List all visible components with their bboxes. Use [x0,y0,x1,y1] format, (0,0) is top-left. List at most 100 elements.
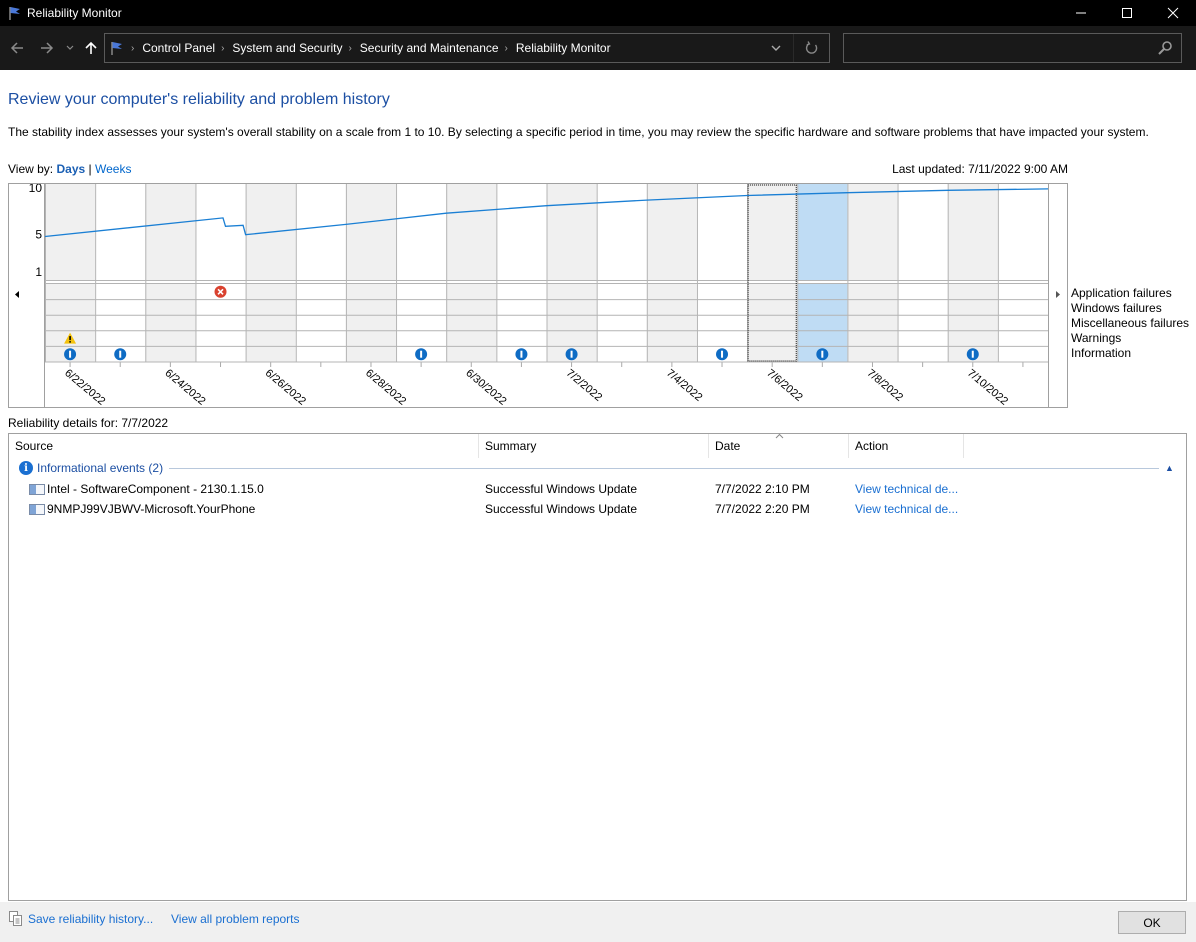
day-events-column-6/28/2022[interactable] [345,284,397,362]
sort-ascending-icon [775,433,784,439]
day-column-7/1/2022[interactable] [496,184,547,280]
breadcrumb-separator-icon[interactable]: › [221,43,224,54]
column-header-action[interactable]: Action [849,434,964,458]
day-column-6/30/2022[interactable] [446,184,497,280]
day-column-7/6/2022[interactable] [747,184,798,280]
day-events-column-7/3/2022[interactable] [596,284,647,362]
y-tick-label-1: 1 [35,265,42,279]
reliability-chart[interactable]: 10 5 1 6/22/2022 6/24/2022 6/26/2022 6/28/2022… [8,183,1068,408]
close-icon [1167,7,1179,19]
row-source: 9NMPJ99VJBWV-Microsoft.YourPhone [47,502,256,516]
minimize-button[interactable] [1058,0,1104,26]
legend-warnings: Warnings [1071,331,1122,345]
day-events-column-6/30/2022[interactable] [446,284,497,362]
search-icon [1158,41,1172,55]
chevron-down-icon [771,45,781,51]
breadcrumb-control-panel[interactable]: Control Panel [142,41,215,55]
day-events-column-6/26/2022[interactable] [245,284,296,362]
page-description: The stability index assesses your system… [8,125,1149,139]
arrow-right-icon [41,42,54,54]
x-tick-label-7/8/2022: 7/8/2022 [865,367,906,404]
recent-locations-button[interactable] [63,36,77,60]
y-tick-label-5: 5 [35,228,42,242]
day-column-7/3/2022[interactable] [596,184,647,280]
information-icon-glyph [420,350,423,358]
scroll-left-arrow-icon[interactable] [15,291,19,298]
chevron-down-icon [66,45,74,50]
day-events-column-7/9/2022[interactable] [897,284,948,362]
view-all-problem-reports-link[interactable]: View all problem reports [171,912,300,926]
day-column-7/7/2022[interactable] [797,184,848,280]
x-tick-label-7/4/2022: 7/4/2022 [664,367,705,404]
search-box[interactable] [843,33,1182,63]
save-reliability-history-link[interactable]: Save reliability history... [28,912,153,926]
address-history-dropdown[interactable] [761,34,791,62]
ok-button[interactable]: OK [1118,911,1186,934]
maximize-icon [1122,8,1132,18]
day-column-6/24/2022[interactable] [145,184,196,280]
collapse-group-icon[interactable]: ▲ [1165,463,1179,473]
page-title: Review your computer's reliability and p… [8,91,390,108]
information-icon-glyph [821,350,824,358]
view-by-label: View by: [8,162,54,176]
control-panel-flag-icon [111,42,122,55]
informational-events-group[interactable]: i Informational events (2) ▲ [19,460,1179,476]
details-table: Source Summary Date Action i Information… [8,433,1187,901]
day-column-6/28/2022[interactable] [345,184,397,280]
day-events-column-7/4/2022[interactable] [646,284,697,362]
day-events-column-7/8/2022[interactable] [847,284,898,362]
legend-information: Information [1071,346,1132,360]
breadcrumb-separator-icon: › [131,42,135,54]
up-button[interactable] [82,36,100,60]
view-by-days-link[interactable]: Days [56,162,85,176]
day-column-7/10/2022[interactable] [947,184,998,280]
breadcrumb-system-and-security[interactable]: System and Security [232,41,342,55]
day-column-7/9/2022[interactable] [897,184,948,280]
y-tick-label-10: 10 [29,184,43,195]
breadcrumb-separator-icon[interactable]: › [348,43,351,54]
day-column-6/27/2022[interactable] [295,184,346,280]
day-events-column-7/11/2022[interactable] [997,284,1048,362]
save-document-icon [9,911,22,926]
row-summary: Successful Windows Update [485,502,638,516]
table-row[interactable]: 9NMPJ99VJBWV-Microsoft.YourPhone Success… [9,499,1186,519]
view-by-weeks-link[interactable]: Weeks [95,162,131,176]
day-column-7/8/2022[interactable] [847,184,898,280]
breadcrumb-security-and-maintenance[interactable]: Security and Maintenance [360,41,499,55]
day-events-column-7/6/2022[interactable] [747,284,798,362]
view-technical-details-link[interactable]: View technical de... [855,502,958,516]
day-column-6/29/2022[interactable] [396,184,447,280]
details-label: Reliability details for: 7/7/2022 [8,416,169,430]
warning-icon-glyph [69,336,71,341]
row-source: Intel - SoftwareComponent - 2130.1.15.0 [47,482,264,496]
refresh-button[interactable] [793,34,829,62]
column-header-summary[interactable]: Summary [479,434,709,458]
breadcrumb-reliability-monitor[interactable]: Reliability Monitor [516,41,611,55]
day-events-column-6/24/2022[interactable] [145,284,196,362]
day-column-6/23/2022[interactable] [95,184,146,280]
search-input[interactable] [848,38,1148,58]
maximize-button[interactable] [1104,0,1150,26]
day-column-7/11/2022[interactable] [997,184,1048,280]
information-icon-glyph [971,350,974,358]
forward-button[interactable] [36,36,58,60]
back-button[interactable] [6,36,28,60]
row-date: 7/7/2022 2:20 PM [715,502,810,516]
day-events-column-6/27/2022[interactable] [295,284,346,362]
column-header-source[interactable]: Source [9,434,479,458]
table-row[interactable]: Intel - SoftwareComponent - 2130.1.15.0 … [9,479,1186,499]
day-column-6/25/2022[interactable] [195,184,246,280]
stability-chart-svg[interactable]: 10 5 1 6/22/2022 6/24/2022 6/26/2022 6/28/2022… [9,184,1067,407]
group-label: Informational events (2) [37,461,164,475]
scroll-right-arrow-icon[interactable] [1056,291,1060,298]
update-package-icon [29,484,45,495]
close-button[interactable] [1150,0,1196,26]
day-column-7/5/2022[interactable] [696,184,748,280]
view-by-selector: View by: Days | Weeks [8,162,131,176]
last-updated-text: Last updated: 7/11/2022 9:00 AM [892,162,1068,176]
view-technical-details-link[interactable]: View technical de... [855,482,958,496]
warning-icon-dot [69,341,71,343]
address-bar[interactable]: › Control Panel › System and Security › … [104,33,830,63]
day-column-7/2/2022[interactable] [546,184,597,280]
breadcrumb-separator-icon[interactable]: › [505,43,508,54]
